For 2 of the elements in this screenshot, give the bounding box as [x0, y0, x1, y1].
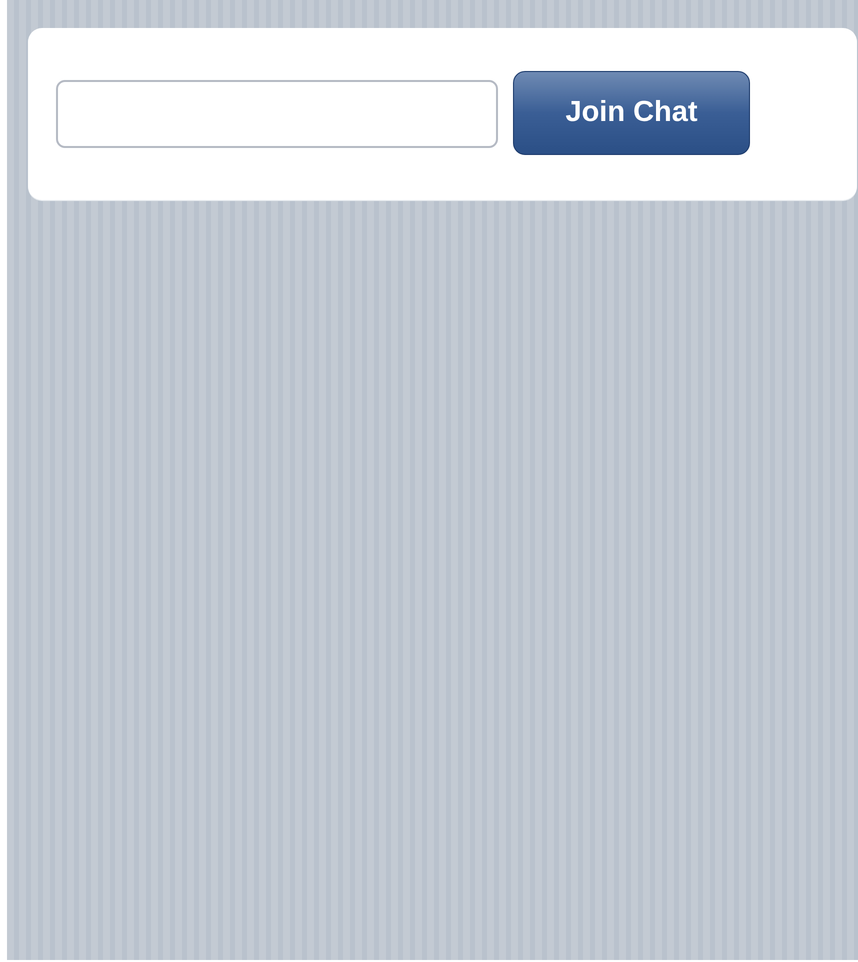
input-field[interactable]	[56, 80, 498, 148]
join-button[interactable]: Join Chat	[513, 70, 750, 154]
